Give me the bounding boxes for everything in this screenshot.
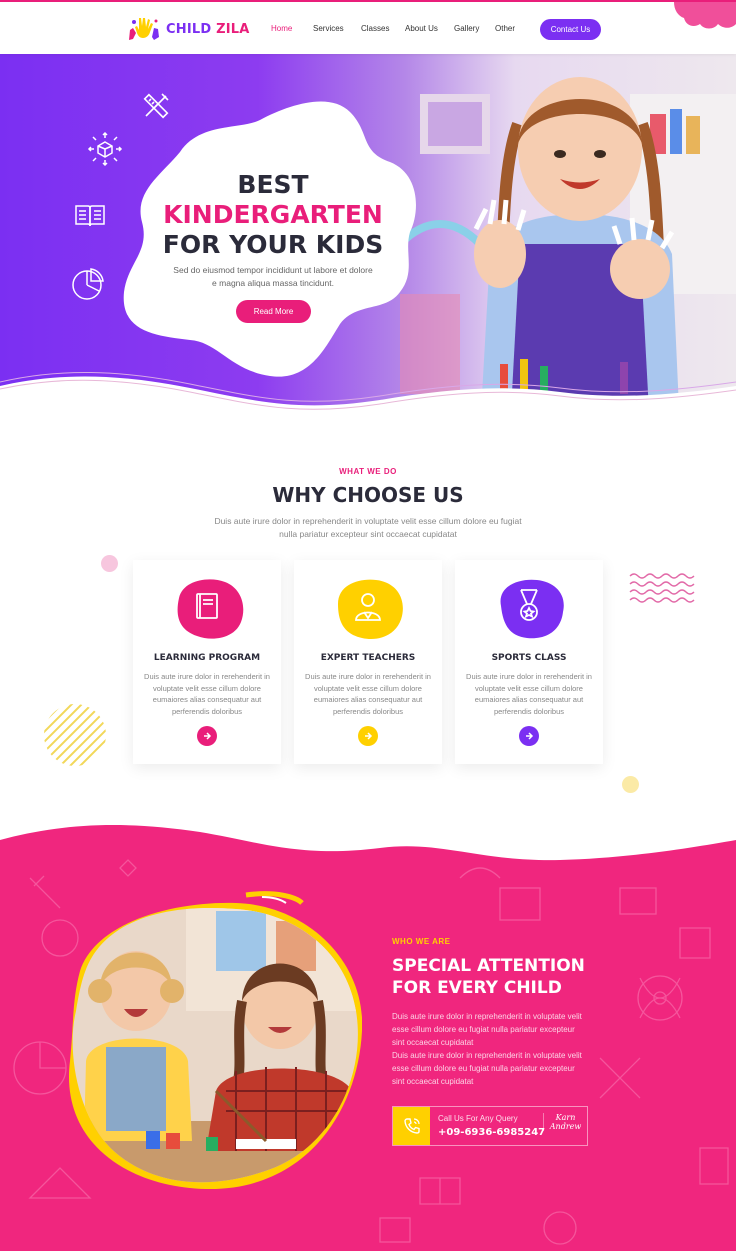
hero-title-line2: KINDERGARTEN (163, 200, 383, 229)
call-label: Call Us For Any Query (438, 1114, 518, 1123)
nav-item-other[interactable]: Other (495, 24, 515, 33)
arrow-right-icon (526, 732, 534, 740)
who-eyebrow: WHO WE ARE (392, 937, 451, 946)
signature-line1: Karn (555, 1113, 576, 1122)
card-blob-purple (500, 579, 564, 639)
navbar: CHILD ZILA Home Services Classes About U… (0, 0, 736, 54)
nav-item-classes[interactable]: Classes (361, 24, 389, 33)
call-us-box[interactable]: Call Us For Any Query +09-6936-6985247 K… (392, 1106, 588, 1146)
who-title-line2: FOR EVERY CHILD (392, 978, 562, 998)
hero-title-line3: FOR YOUR KIDS (162, 230, 384, 259)
book-icon (75, 205, 105, 227)
hero-section: BEST KINDERGARTEN FOR YOUR KIDS Sed do e… (0, 54, 736, 430)
call-number[interactable]: +09-6936-6985247 (438, 1127, 545, 1138)
pink-dot-decoration (101, 555, 118, 572)
card-arrow-button[interactable] (358, 726, 378, 746)
zigzag-decoration (629, 573, 695, 603)
card-blob-pink (177, 579, 244, 639)
card-title: EXPERT TEACHERS (320, 653, 416, 663)
nav-item-about-us[interactable]: About Us (405, 24, 438, 33)
card-text: Duis aute irure dolor in rerehenderit in… (466, 672, 592, 717)
hero-title-line1: BEST (237, 170, 309, 199)
why-title: WHY CHOOSE US (272, 483, 464, 507)
nav-item-home[interactable]: Home (271, 24, 292, 33)
card-learning-program: LEARNING PROGRAM Duis aute irure dolor i… (133, 560, 281, 764)
who-title: SPECIAL ATTENTION FOR EVERY CHILD (392, 955, 632, 999)
children-painting-photo (69, 891, 362, 1190)
signature: Karn Andrew (543, 1113, 583, 1131)
hands-logo-icon (129, 18, 159, 40)
logo-text-child: CHILD (166, 21, 212, 37)
why-eyebrow: WHAT WE DO (339, 467, 397, 476)
hero-description: Sed do eiusmod tempor incididunt ut labo… (173, 265, 373, 288)
chart-icon (72, 268, 104, 300)
logo-text-zila: ZILA (216, 21, 250, 37)
signature-line2: Andrew (549, 1122, 582, 1131)
phone-icon-box (393, 1107, 430, 1145)
why-description-line2: nulla pariatur excepteur sint occaecat c… (279, 529, 457, 539)
card-blob-yellow (338, 579, 403, 640)
card-text: Duis aute irure dolor in rerehenderit in… (305, 672, 431, 717)
phone-icon (403, 1118, 420, 1134)
read-more-button[interactable]: Read More (236, 300, 311, 323)
card-sports-class: SPORTS CLASS Duis aute irure dolor in re… (455, 560, 603, 764)
logo-text: CHILD ZILA (166, 22, 250, 37)
card-arrow-button[interactable] (519, 726, 539, 746)
yellow-dot-decoration (622, 776, 639, 793)
who-title-line1: SPECIAL ATTENTION (392, 956, 585, 976)
card-text: Duis aute irure dolor in rerehenderit in… (144, 672, 270, 717)
striped-circle-decoration (44, 704, 106, 766)
contact-us-button[interactable]: Contact Us (540, 19, 601, 40)
who-paragraph-1: Duis aute irure dolor in reprehenderit i… (392, 1012, 582, 1047)
hero-bottom-wave (0, 372, 736, 430)
why-description-line1: Duis aute irure dolor in reprehenderit i… (214, 516, 522, 526)
cube-icon (87, 131, 123, 167)
corner-blob-decoration (674, 2, 736, 29)
nav-item-gallery[interactable]: Gallery (454, 24, 479, 33)
card-arrow-button[interactable] (197, 726, 217, 746)
arrow-right-icon (204, 732, 212, 740)
logo[interactable]: CHILD ZILA (126, 14, 250, 44)
card-title: LEARNING PROGRAM (153, 653, 261, 663)
arrow-right-icon (365, 732, 373, 740)
nav-item-services[interactable]: Services (313, 24, 344, 33)
who-paragraph-2: Duis aute irure dolor in reprehenderit i… (392, 1051, 582, 1086)
card-title: SPORTS CLASS (491, 653, 567, 663)
card-expert-teachers: EXPERT TEACHERS Duis aute irure dolor in… (294, 560, 442, 764)
